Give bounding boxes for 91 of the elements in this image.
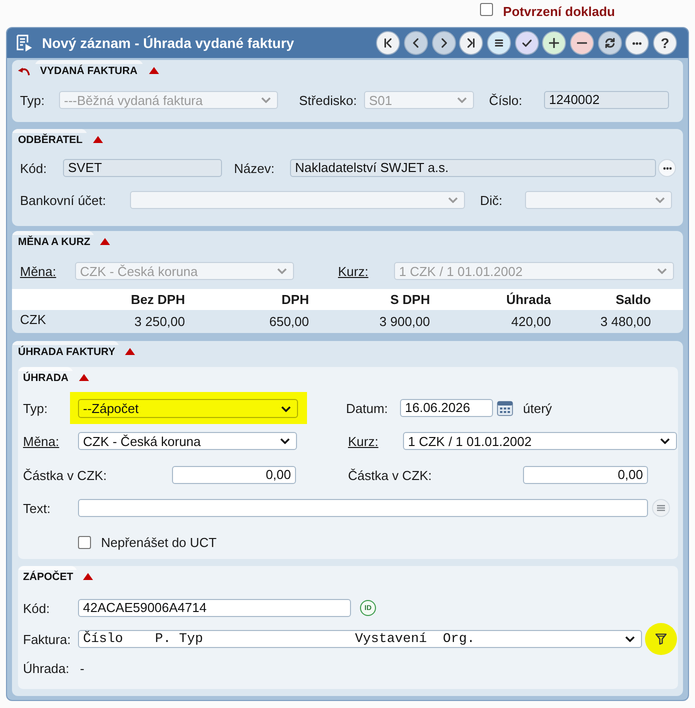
triangle-icon[interactable] (125, 348, 136, 355)
checkbox-label: Nepřenášet do UCT (101, 534, 217, 550)
payment-value: - (80, 660, 84, 676)
plus-icon (549, 38, 560, 48)
amount-field[interactable]: 0,00 (172, 466, 296, 484)
currency-dropdown[interactable]: CZK - Česká koruna (78, 432, 297, 450)
centre-label: Středisko: (299, 92, 357, 108)
rate-link[interactable]: Kurz: (348, 434, 378, 448)
chevron-icon (280, 438, 290, 444)
triangle-icon[interactable] (83, 573, 94, 580)
triangle-icon[interactable] (92, 136, 103, 143)
window-title: Nový záznam - Úhrada vydané faktury (42, 35, 294, 51)
more-icon (632, 42, 642, 44)
column-header: Úhrada (505, 292, 551, 307)
code-label: Kód: (23, 600, 50, 616)
checkbox[interactable] (480, 3, 494, 16)
code-field[interactable]: 42ACAE59006A4714 (78, 599, 351, 617)
name-label: Název: (234, 160, 274, 176)
triangle-icon[interactable] (100, 238, 110, 245)
skip-to-start-icon (383, 38, 394, 48)
number-label: Číslo: (489, 92, 522, 108)
more-button[interactable] (658, 159, 676, 177)
name-field[interactable]: Nakladatelství SWJET a.s. (290, 159, 656, 177)
column-header: S DPH (389, 292, 430, 307)
next-button[interactable] (432, 31, 456, 55)
text-label: Text: (23, 500, 50, 516)
chevron-icon (657, 268, 667, 274)
triangle-icon[interactable] (149, 67, 160, 74)
amount-field[interactable]: 0,00 (523, 466, 648, 484)
chevron-icon (277, 268, 287, 274)
chevron-icon (281, 406, 291, 412)
previous-button[interactable] (404, 31, 428, 55)
list-icon (494, 38, 504, 48)
chevron-icon (660, 438, 670, 444)
checkbox[interactable] (78, 536, 91, 548)
chevron-icon (457, 97, 467, 103)
column-header: DPH (280, 292, 309, 307)
first-record-button[interactable] (376, 31, 400, 55)
chevron-icon (625, 636, 635, 642)
table-cell-text: 3 480,00 (599, 314, 651, 328)
document-arrow-icon (15, 34, 33, 52)
help-button[interactable]: ? (653, 31, 677, 55)
column-header: Saldo (614, 292, 651, 307)
text-field[interactable] (78, 499, 648, 517)
chevron-left-icon (410, 38, 421, 48)
table-cell-text: 420,00 (510, 314, 551, 328)
calendar-icon[interactable] (497, 400, 513, 416)
invoice-dropdown[interactable]: Číslo P. Typ Vystavení Org. (78, 630, 642, 648)
code-field[interactable]: SVET (63, 159, 222, 177)
table-cell-text: 650,00 (268, 314, 309, 328)
code-label: Kód: (20, 160, 47, 176)
refresh-button[interactable] (598, 31, 622, 55)
tax-id-label: Dič: (480, 192, 502, 208)
invoice-label: Faktura: (23, 632, 71, 646)
table-cell-text: 3 250,00 (133, 314, 185, 328)
row-header: CZK (19, 311, 47, 327)
filter-icon (655, 633, 667, 645)
type-label: Typ: (23, 400, 48, 416)
type-dropdown[interactable]: --Zápočet (78, 399, 298, 418)
skip-to-end-icon (466, 38, 476, 48)
chevron-right-icon (438, 38, 448, 48)
rate-dropdown[interactable]: 1 CZK / 1 01.01.2002 (403, 432, 677, 450)
refresh-icon (604, 38, 615, 48)
amount-label: Částka v CZK: (348, 468, 432, 482)
table-cell-text: 3 900,00 (378, 314, 430, 328)
menu-button[interactable] (652, 499, 670, 517)
currency-link[interactable]: Měna: (23, 434, 60, 448)
more-button[interactable] (625, 31, 650, 55)
checkbox-label: Potvrzení dokladu (503, 4, 615, 19)
bank-account-label: Bankovní účet: (20, 192, 106, 208)
chevron-icon (448, 197, 458, 203)
amount-label: Částka v CZK: (23, 468, 107, 482)
last-record-button[interactable] (459, 31, 484, 55)
date-field[interactable]: 16.06.2026 (400, 399, 493, 417)
more-icon (662, 166, 672, 170)
menu-icon (657, 505, 665, 511)
confirm-button[interactable] (514, 31, 539, 55)
payment-label: Úhrada: (23, 660, 70, 676)
date-label: Datum: (346, 400, 388, 416)
add-button[interactable] (542, 31, 566, 55)
list-button[interactable] (486, 31, 511, 55)
check-icon (522, 38, 532, 48)
curved-arrow-icon[interactable] (18, 67, 30, 76)
chevron-icon (655, 197, 665, 203)
number-field[interactable]: 1240002 (544, 91, 669, 109)
type-label: Typ: (20, 92, 45, 108)
triangle-icon[interactable] (78, 374, 88, 381)
weekday-text: úterý (523, 400, 552, 416)
filter-button[interactable] (645, 623, 677, 655)
column-header: Bez DPH (130, 292, 185, 307)
chevron-icon (261, 97, 271, 103)
